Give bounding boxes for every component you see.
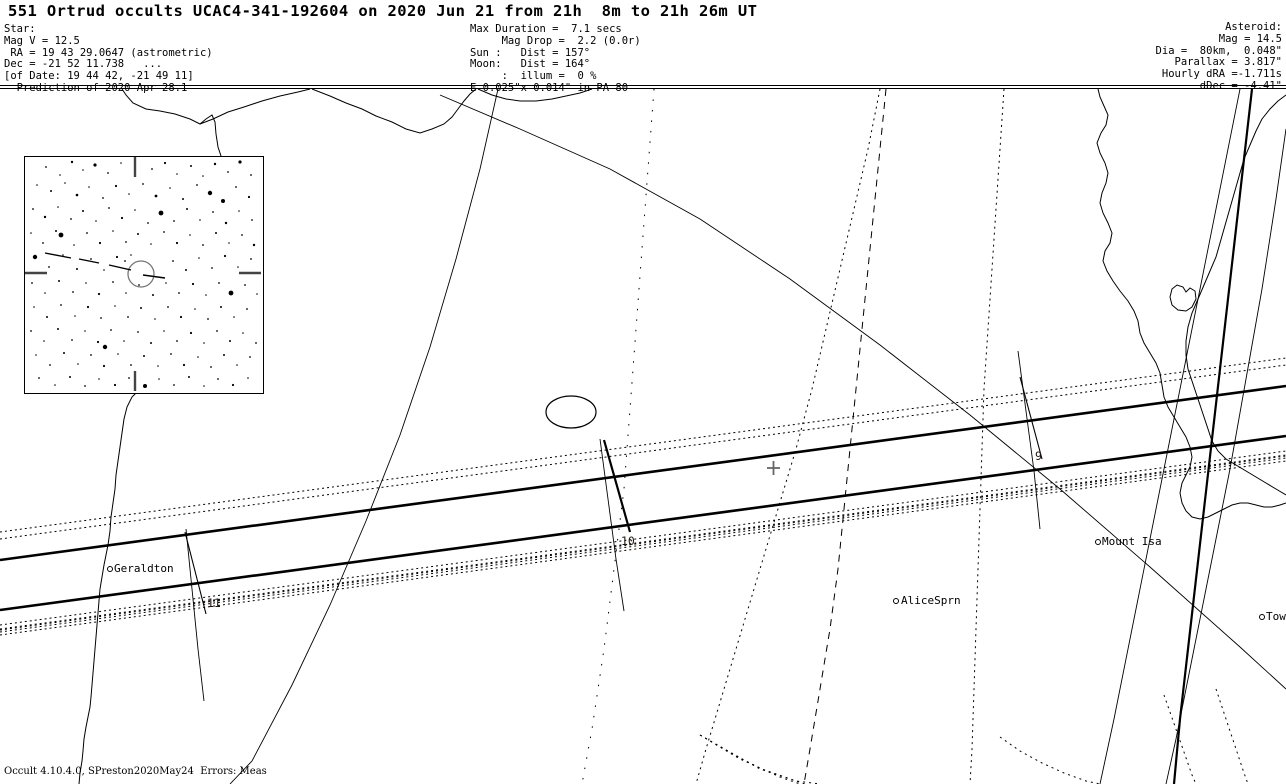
path-time-ticks-thin: [184, 376, 1043, 615]
time-tick-11: [184, 531, 207, 615]
dotted-meridian-group: [581, 89, 655, 784]
city-marker-alicesprings[interactable]: [893, 598, 899, 604]
path-north-limit: [0, 384, 1286, 562]
crosshair-marker: [767, 461, 780, 475]
time-marker-10: 10: [621, 534, 635, 548]
header-divider-top: [0, 85, 1286, 86]
city-marker-mountisa[interactable]: [1095, 539, 1101, 545]
path-centre-south-limit: [0, 434, 1286, 612]
state-border-dashed-group: [803, 89, 887, 784]
asteroid-shadow-ellipse: [545, 395, 597, 429]
asteroid-info-block: Asteroid: Mag = 14.5 Dia = 80km, 0.048" …: [1155, 21, 1282, 92]
footer-credit: Occult 4.10.4.0, SPreston2020May24 Error…: [4, 766, 267, 777]
city-label-geraldton: Geraldton: [114, 562, 174, 575]
state-border-dotted-group: [695, 89, 1249, 784]
star-field-canvas: [25, 157, 261, 391]
time-marker-11: 11: [207, 596, 221, 610]
city-marker-townsville[interactable]: [1259, 614, 1265, 620]
path-limit-group: [0, 384, 1286, 612]
path-error-north-inner: [0, 454, 1286, 630]
city-marker-geraldton[interactable]: [107, 566, 113, 572]
graticule-group: [185, 89, 1286, 784]
path-error-limits: [0, 357, 1286, 633]
time-marker-9: 9: [1035, 449, 1042, 463]
page-title: 551 Ortrud occults UCAC4-341-192604 on 2…: [8, 2, 758, 20]
city-label-townsville: Tow: [1266, 610, 1286, 623]
city-label-alicesprings: AliceSprn: [901, 594, 961, 607]
star-field-background: [25, 157, 261, 391]
star-field-inset[interactable]: [24, 156, 264, 394]
city-label-mountisa: Mount Isa: [1102, 535, 1162, 548]
header-panel: 551 Ortrud occults UCAC4-341-192604 on 2…: [0, 0, 1286, 94]
